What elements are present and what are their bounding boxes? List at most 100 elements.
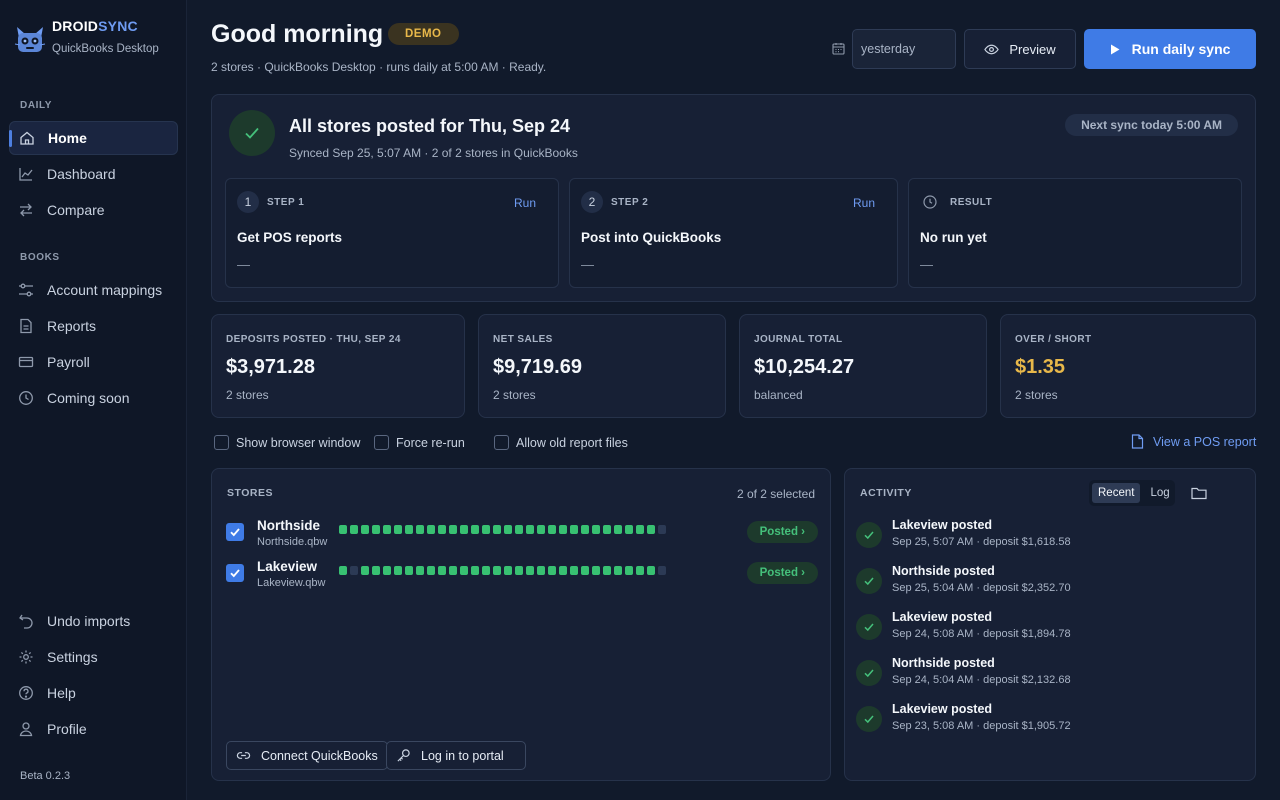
tab-recent[interactable]: Recent (1092, 483, 1141, 503)
history-dot-posted (614, 525, 622, 534)
history-dot-posted (647, 525, 655, 534)
date-input[interactable] (852, 29, 956, 69)
history-dot-posted (548, 566, 556, 575)
history-dot-posted (493, 566, 501, 575)
history-dot-missing (658, 566, 666, 575)
sidebar-item-profile[interactable]: Profile (9, 712, 178, 746)
metric-value: $10,254.27 (754, 356, 855, 378)
history-dot-posted (460, 525, 468, 534)
sidebar-item-label: Account mappings (47, 282, 163, 298)
sidebar-item-reports[interactable]: Reports (9, 309, 178, 343)
sidebar-item-label: Reports (47, 318, 97, 334)
posted-status-pill[interactable]: Posted › (746, 562, 818, 584)
posted-status-pill[interactable]: Posted › (746, 521, 818, 543)
sidebar-item-help[interactable]: Help (9, 676, 178, 710)
step2-run-link[interactable]: Run (853, 196, 875, 210)
store-row-northside: Northside Northside.qbw Posted › (226, 516, 818, 550)
stores-panel: STORES 2 of 2 selected Northside Northsi… (211, 468, 831, 781)
history-dot-posted (427, 525, 435, 534)
connect-quickbooks-button[interactable]: Connect QuickBooks (226, 741, 388, 770)
history-dot-posted (361, 566, 369, 575)
metric-over-short: OVER / SHORT $1.35 2 stores (1000, 314, 1256, 418)
sidebar-item-label: Home (48, 130, 87, 146)
history-dot-posted (603, 525, 611, 534)
step-title: Post into QuickBooks (581, 230, 722, 245)
run-daily-sync-button[interactable]: Run daily sync (1084, 29, 1256, 69)
sidebar-item-coming-soon[interactable]: Coming soon (9, 381, 178, 415)
allow-old-report-files-option[interactable]: Allow old report files (494, 434, 628, 451)
step1-run-link[interactable]: Run (514, 196, 536, 210)
force-rerun-checkbox[interactable] (374, 435, 389, 450)
log-in-to-portal-button[interactable]: Log in to portal (386, 741, 526, 770)
key-icon (396, 748, 411, 763)
sidebar-item-dashboard[interactable]: Dashboard (9, 157, 178, 191)
play-icon (1110, 44, 1120, 55)
step-label: RESULT (950, 197, 993, 208)
metric-sub: 2 stores (226, 388, 269, 402)
history-dot-posted (526, 525, 534, 534)
history-dot-posted (570, 566, 578, 575)
sidebar-item-account-mappings[interactable]: Account mappings (9, 273, 178, 307)
brand-subtitle: QuickBooks Desktop (52, 43, 159, 55)
sidebar-item-label: Profile (47, 721, 87, 737)
sync-status-card: All stores posted for Thu, Sep 24 Synced… (211, 94, 1256, 302)
history-dot-posted (339, 525, 347, 534)
sidebar-item-label: Coming soon (47, 390, 130, 406)
history-dot-posted (614, 566, 622, 575)
activity-title: ACTIVITY (860, 487, 912, 499)
tab-log[interactable]: Log (1144, 483, 1175, 503)
portal-label: Log in to portal (421, 748, 504, 763)
sidebar-item-label: Payroll (47, 354, 90, 370)
store-file: Lakeview.qbw (257, 577, 326, 589)
history-dot-posted (559, 525, 567, 534)
allow-old-report-files-checkbox[interactable] (494, 435, 509, 450)
preview-label: Preview (1009, 41, 1056, 57)
show-browser-window-option[interactable]: Show browser window (214, 434, 360, 451)
step-label: STEP 2 (611, 197, 649, 208)
sidebar-item-compare[interactable]: Compare (9, 193, 178, 227)
sidebar-item-undo-imports[interactable]: Undo imports (9, 604, 178, 638)
metric-sub: balanced (754, 388, 803, 402)
stores-selected-count: 2 of 2 selected (736, 487, 815, 501)
gear-icon (18, 649, 34, 665)
activity-item: Lakeview posted Sep 25, 5:07 AM · deposi… (856, 518, 1246, 558)
activity-item: Lakeview posted Sep 23, 5:08 AM · deposi… (856, 702, 1246, 742)
metric-journal-total: JOURNAL TOTAL $10,254.27 balanced (739, 314, 987, 418)
history-dot-posted (526, 566, 534, 575)
brand-name: DROIDSYNC (52, 18, 138, 34)
next-sync-badge: Next sync today 5:00 AM (1065, 114, 1238, 136)
option-label: Force re-run (396, 435, 465, 450)
history-dot-posted (405, 525, 413, 534)
folder-icon[interactable] (1191, 486, 1207, 500)
clock-icon (923, 195, 937, 209)
calendar-icon (832, 43, 845, 55)
store-checkbox[interactable] (226, 564, 244, 582)
step-card-result: RESULT No run yet — (908, 178, 1242, 288)
history-dot-posted (383, 525, 391, 534)
pos-link-label: View a POS report (1153, 434, 1257, 449)
sidebar-item-label: Compare (47, 202, 105, 218)
sync-history-bar (339, 525, 669, 534)
sliders-icon (18, 282, 34, 298)
show-browser-window-checkbox[interactable] (214, 435, 229, 450)
sidebar: DROIDSYNC QuickBooks Desktop DAILY Home … (0, 0, 187, 800)
step-detail: — (237, 257, 250, 272)
activity-title-text: Northside posted (892, 656, 995, 670)
force-rerun-option[interactable]: Force re-run (374, 434, 465, 451)
activity-view-toggle: Recent Log (1089, 480, 1175, 506)
status-subtitle: Synced Sep 25, 5:07 AM · 2 of 2 stores i… (289, 146, 578, 160)
store-name: Northside (257, 518, 321, 533)
history-dot-posted (537, 566, 545, 575)
sidebar-item-home[interactable]: Home (9, 121, 178, 155)
option-label: Show browser window (236, 435, 361, 450)
store-checkbox[interactable] (226, 523, 244, 541)
step-card-post-into-quickbooks: 2 STEP 2 Run Post into QuickBooks — (569, 178, 898, 288)
view-pos-report-link[interactable]: View a POS report (1131, 434, 1256, 449)
sidebar-item-payroll[interactable]: Payroll (9, 345, 178, 379)
history-dot-posted (647, 566, 655, 575)
sidebar-item-settings[interactable]: Settings (9, 640, 178, 674)
history-dot-posted (372, 525, 380, 534)
history-dot-posted (581, 525, 589, 534)
preview-button[interactable]: Preview (964, 29, 1076, 69)
sidebar-item-label: Help (47, 685, 76, 701)
